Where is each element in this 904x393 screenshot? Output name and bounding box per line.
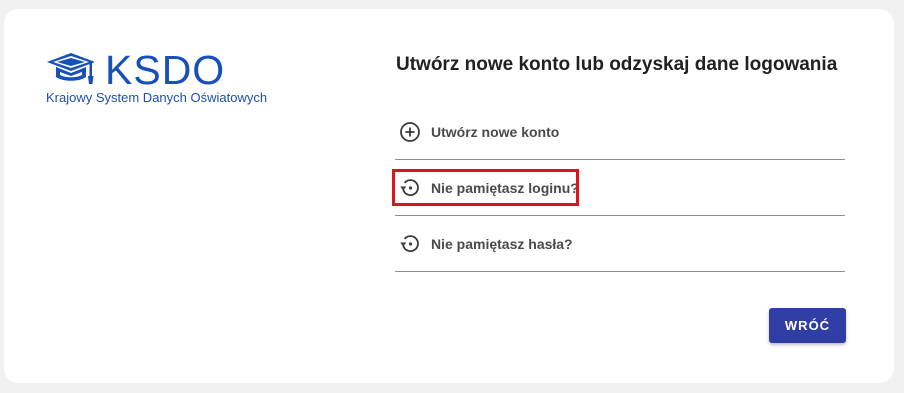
page-title: Utwórz nowe konto lub odzyskaj dane logo…	[396, 54, 838, 75]
options-list: Utwórz nowe konto Nie pamiętasz loginu? …	[392, 104, 845, 272]
login-recovery-card: KSDO Krajowy System Danych Oświatowych U…	[4, 9, 894, 383]
brand-title: KSDO	[105, 47, 226, 93]
brand: KSDO Krajowy System Danych Oświatowych	[45, 46, 267, 105]
brand-row: KSDO	[45, 46, 267, 94]
back-button[interactable]: WRÓĆ	[769, 308, 846, 343]
create-account-label: Utwórz nowe konto	[431, 123, 560, 140]
forgot-password-label: Nie pamiętasz hasła?	[431, 235, 573, 252]
restore-icon	[400, 178, 419, 196]
create-account-option[interactable]: Utwórz nowe konto	[395, 104, 845, 160]
add-circle-icon	[400, 121, 420, 142]
brand-subtitle: Krajowy System Danych Oświatowych	[46, 90, 268, 105]
forgot-login-option[interactable]: Nie pamiętasz loginu?	[392, 160, 845, 216]
options-panel: Utwórz nowe konto lub odzyskaj dane logo…	[392, 52, 845, 272]
restore-icon	[400, 234, 419, 252]
forgot-password-option[interactable]: Nie pamiętasz hasła?	[395, 216, 845, 272]
graduation-cap-icon	[47, 53, 95, 84]
forgot-login-label: Nie pamiętasz loginu?	[431, 179, 579, 196]
